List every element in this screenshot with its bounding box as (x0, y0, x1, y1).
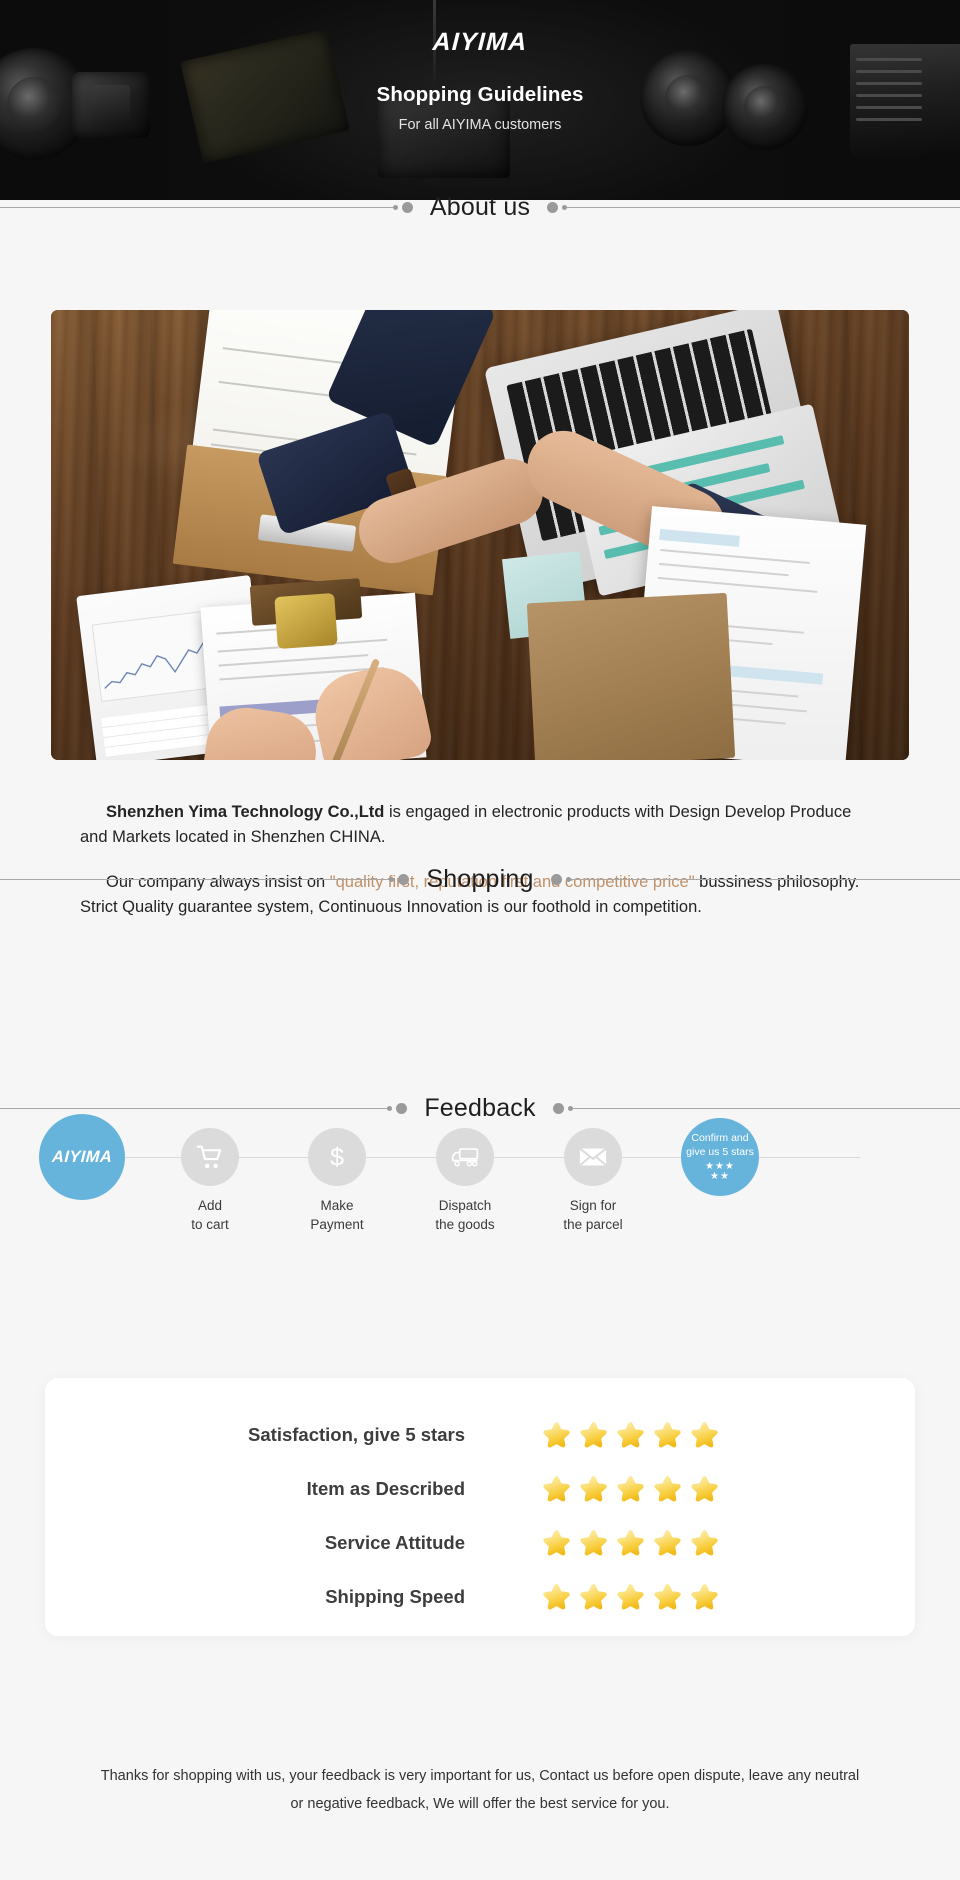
hero-banner: AIYIMA Shopping Guidelines For all AIYIM… (0, 0, 960, 200)
section-header-feedback: Feedback (0, 1094, 960, 1123)
step-circle: $ (308, 1128, 366, 1186)
divider-line-left (0, 1108, 388, 1109)
step-add-to-cart[interactable]: Add to cart (145, 1110, 275, 1234)
confirm-label: Confirm and give us 5 stars (686, 1132, 754, 1158)
divider-line-left (0, 879, 390, 880)
truck-icon (451, 1148, 479, 1167)
feedback-row: Shipping Speed (45, 1570, 915, 1624)
step-circle (436, 1128, 494, 1186)
feedback-label: Service Attitude (324, 1532, 465, 1553)
star-icon (580, 1475, 607, 1501)
divider-line-right (572, 1108, 960, 1109)
feedback-row: Service Attitude (45, 1516, 915, 1570)
feedback-label: Item as Described (306, 1478, 465, 1499)
star-icon (543, 1421, 570, 1447)
divider-line-left (0, 207, 393, 208)
divider-dot-small (392, 205, 398, 210)
divider-line-right (567, 207, 960, 208)
star-icon (617, 1529, 644, 1555)
svg-text:$: $ (330, 1143, 344, 1171)
brand-logo-label: AIYIMA (51, 1147, 113, 1166)
divider-dot-large (401, 202, 413, 213)
section-title-feedback: Feedback (424, 1094, 536, 1122)
confirm-circle: Confirm and give us 5 stars ★★★ ★★ (681, 1118, 759, 1196)
divider-line-right (570, 879, 960, 880)
star-icon (580, 1529, 607, 1555)
company-name: Shenzhen Yima Technology Co.,Ltd (106, 803, 385, 821)
step-sign-parcel[interactable]: Sign for the parcel (528, 1110, 658, 1234)
feedback-star-rating (540, 1581, 721, 1614)
star-icon (654, 1583, 681, 1609)
dollar-icon: $ (330, 1143, 344, 1171)
brand-circle: AIYIMA (39, 1114, 125, 1200)
page-subtitle: For all AIYIMA customers (398, 117, 562, 133)
feedback-row: Satisfaction, give 5 stars (45, 1408, 915, 1462)
divider-dot-small (387, 1106, 393, 1111)
section-title-about: About us (429, 193, 531, 221)
section-header-about: About us (0, 193, 960, 222)
about-description: Shenzhen Yima Technology Co.,Ltd is enga… (80, 800, 880, 920)
star-icon (691, 1421, 718, 1447)
divider-dot-large (396, 1103, 408, 1114)
feedback-star-rating (540, 1527, 721, 1560)
gold-clip-image (274, 592, 338, 650)
feedback-star-rating (540, 1473, 721, 1506)
step-make-payment[interactable]: $ Make Payment (272, 1110, 402, 1234)
manila-folder-image (526, 592, 736, 760)
divider-dot-large (550, 874, 562, 885)
star-icon (543, 1529, 570, 1555)
step-label: Dispatch the goods (435, 1198, 495, 1232)
confirm-stars: ★★★ ★★ (705, 1162, 735, 1182)
star-icon (580, 1421, 607, 1447)
feedback-card: Satisfaction, give 5 stars Item as Descr… (45, 1378, 915, 1636)
feedback-label: Satisfaction, give 5 stars (248, 1424, 465, 1445)
star-icon (617, 1475, 644, 1501)
step-label: Sign for the parcel (563, 1198, 623, 1232)
divider-dot-large (552, 1103, 564, 1114)
step-circle (181, 1128, 239, 1186)
envelope-icon (579, 1147, 607, 1167)
star-icon (654, 1475, 681, 1501)
divider-dot-large (398, 874, 410, 885)
section-header-shopping: Shopping (0, 865, 960, 894)
feedback-star-rating (540, 1419, 721, 1452)
brand-logo: AIYIMA (431, 28, 529, 56)
step-brand: AIYIMA (17, 1110, 147, 1200)
about-paragraph-1: Shenzhen Yima Technology Co.,Ltd is enga… (80, 800, 880, 850)
about-hero-image (51, 310, 909, 760)
divider-dot-small (389, 877, 395, 882)
star-icon (543, 1583, 570, 1609)
step-label: Add to cart (191, 1198, 229, 1232)
divider-dot-large (547, 202, 559, 213)
feedback-row: Item as Described (45, 1462, 915, 1516)
star-icon (543, 1475, 570, 1501)
step-dispatch-goods[interactable]: Dispatch the goods (400, 1110, 530, 1234)
step-label: Make Payment (310, 1198, 364, 1232)
star-icon (691, 1475, 718, 1501)
star-icon (580, 1583, 607, 1609)
star-icon (654, 1529, 681, 1555)
cart-icon (196, 1145, 222, 1169)
star-icon (654, 1421, 681, 1447)
page-title: Shopping Guidelines (376, 83, 584, 106)
footer-text: Thanks for shopping with us, your feedba… (100, 1768, 860, 1813)
star-icon (617, 1583, 644, 1609)
shopping-guidelines-page: AIYIMA Shopping Guidelines For all AIYIM… (0, 0, 960, 1880)
section-title-shopping: Shopping (426, 865, 534, 893)
star-icon (691, 1529, 718, 1555)
star-row-bottom: ★★ (710, 1171, 730, 1183)
star-icon (617, 1421, 644, 1447)
feedback-label: Shipping Speed (325, 1586, 465, 1607)
star-icon (691, 1583, 718, 1609)
step-circle (564, 1128, 622, 1186)
shopping-steps: AIYIMA Add to cart $ Make Payment Dispat… (0, 1110, 960, 1232)
footer-note: Thanks for shopping with us, your feedba… (0, 1762, 960, 1819)
